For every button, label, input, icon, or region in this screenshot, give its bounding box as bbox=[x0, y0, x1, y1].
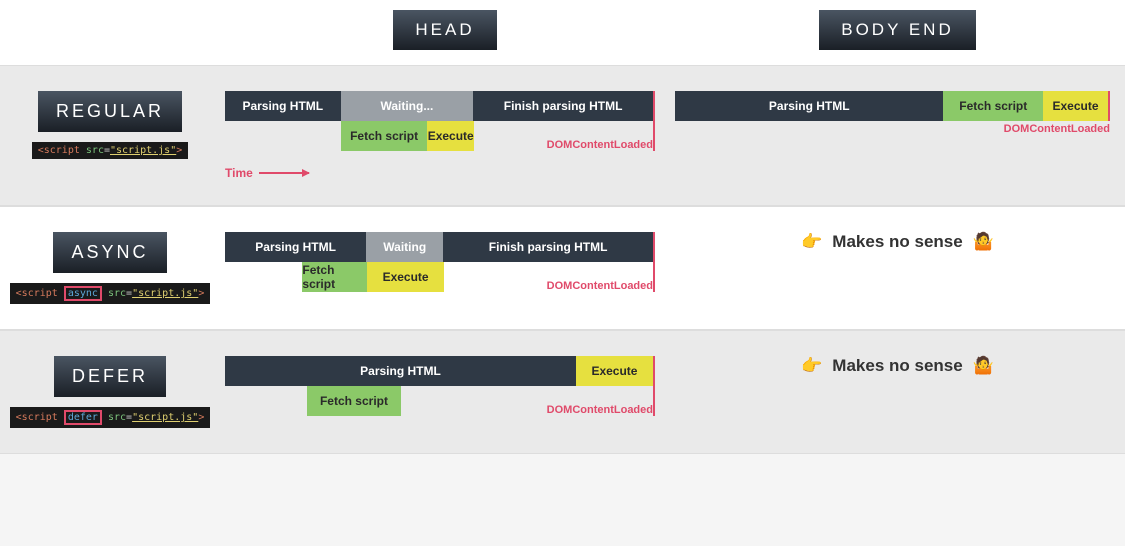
timeline-segment: Waiting... bbox=[341, 91, 474, 121]
async-label: ASYNC bbox=[53, 232, 166, 273]
defer-head-diagram: Parsing HTMLExecute Fetch script DOMConte… bbox=[220, 356, 670, 416]
timeline-segment: Execute bbox=[427, 121, 474, 151]
timeline-segment: Fetch script bbox=[302, 262, 367, 292]
sense-text: Makes no sense bbox=[832, 232, 962, 252]
column-headers: HEAD BODY END bbox=[0, 0, 1125, 65]
regular-code: <script src="script.js"> bbox=[32, 142, 189, 159]
time-arrow: Time bbox=[225, 166, 655, 180]
defer-body-sense: 👉 Makes no sense 🤷 bbox=[670, 356, 1125, 376]
timeline-segment: Fetch script bbox=[307, 386, 402, 416]
row-regular: REGULAR <script src="script.js"> Parsing… bbox=[0, 65, 1125, 206]
time-label: Time bbox=[225, 166, 253, 180]
timeline-segment: Fetch script bbox=[943, 91, 1043, 121]
dcl-label: DOMContentLoaded bbox=[547, 280, 653, 292]
async-head-diagram: Parsing HTMLWaitingFinish parsing HTML F… bbox=[220, 232, 670, 292]
timeline-segment: Execute bbox=[367, 262, 444, 292]
point-right-icon: 👉 bbox=[801, 232, 822, 252]
regular-body-diagram: Parsing HTMLFetch scriptExecute DOMConte… bbox=[670, 91, 1125, 135]
timeline-segment: Parsing HTML bbox=[675, 91, 943, 121]
head-column-title: HEAD bbox=[393, 10, 496, 50]
timeline-segment: Finish parsing HTML bbox=[443, 232, 653, 262]
timeline-segment: Waiting bbox=[366, 232, 443, 262]
dcl-label: DOMContentLoaded bbox=[547, 139, 653, 151]
timeline-segment: Finish parsing HTML bbox=[473, 91, 653, 121]
dcl-label: DOMContentLoaded bbox=[547, 404, 653, 416]
timeline-segment: Parsing HTML bbox=[225, 232, 366, 262]
row-async: ASYNC <script async src="script.js"> Par… bbox=[0, 206, 1125, 330]
defer-code: <script defer src="script.js"> bbox=[10, 407, 211, 428]
defer-label: DEFER bbox=[54, 356, 166, 397]
timeline-segment: Execute bbox=[576, 356, 653, 386]
async-body-sense: 👉 Makes no sense 🤷 bbox=[670, 232, 1125, 252]
shrug-icon: 🤷 bbox=[973, 356, 994, 376]
timeline-segment: Parsing HTML bbox=[225, 91, 341, 121]
regular-label: REGULAR bbox=[38, 91, 182, 132]
body-end-column-title: BODY END bbox=[819, 10, 976, 50]
shrug-icon: 🤷 bbox=[973, 232, 994, 252]
regular-head-diagram: Parsing HTMLWaiting...Finish parsing HTM… bbox=[220, 91, 670, 180]
async-code: <script async src="script.js"> bbox=[10, 283, 211, 304]
row-defer: DEFER <script defer src="script.js"> Par… bbox=[0, 330, 1125, 454]
dcl-label: DOMContentLoaded bbox=[675, 123, 1110, 135]
script-loading-diagram: HEAD BODY END REGULAR <script src="scrip… bbox=[0, 0, 1125, 454]
point-right-icon: 👉 bbox=[801, 356, 822, 376]
timeline-segment: Fetch script bbox=[341, 121, 427, 151]
sense-text: Makes no sense bbox=[832, 356, 962, 376]
timeline-segment: Parsing HTML bbox=[225, 356, 576, 386]
timeline-segment: Execute bbox=[1043, 91, 1108, 121]
